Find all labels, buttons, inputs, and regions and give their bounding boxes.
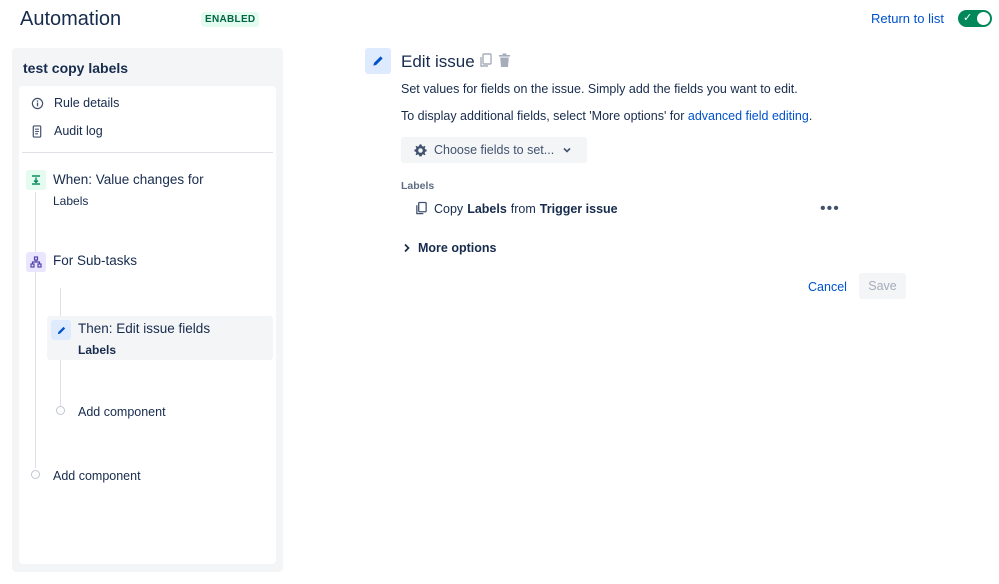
sidebar-item-audit-log[interactable]: Audit log (30, 124, 103, 138)
choose-fields-label: Choose fields to set... (434, 143, 555, 157)
duplicate-icon[interactable] (479, 53, 493, 73)
rule-enabled-toggle[interactable]: ✓ (958, 10, 992, 27)
return-to-list-link[interactable]: Return to list (871, 11, 944, 26)
save-button[interactable]: Save (859, 273, 906, 299)
info-icon (30, 96, 44, 110)
trigger-label[interactable]: When: Value changes for (53, 172, 204, 187)
chevron-right-icon (403, 243, 411, 253)
add-component-dot (31, 470, 40, 479)
cancel-button[interactable]: Cancel (801, 274, 854, 299)
field-label: Labels (401, 180, 435, 192)
choose-fields-dropdown[interactable]: Choose fields to set... (401, 137, 587, 163)
chevron-down-icon (562, 145, 572, 155)
advanced-field-editing-link[interactable]: advanced field editing (688, 109, 809, 123)
flow-connector (35, 192, 36, 468)
more-options-label: More options (418, 241, 497, 255)
trash-icon[interactable] (498, 53, 511, 73)
field-source-name: Labels (467, 201, 507, 216)
rule-components-panel: Rule details Audit log When: Value chang… (19, 86, 276, 564)
hint-text: To display additional fields, select 'Mo… (401, 109, 688, 123)
field-from-text: from (510, 201, 536, 216)
edit-issue-icon (365, 48, 391, 74)
field-source-issue: Trigger issue (539, 201, 618, 216)
field-row-labels: Copy Labels from Trigger issue (415, 201, 622, 216)
add-component-rule[interactable]: Add component (53, 469, 141, 483)
more-actions-icon[interactable]: ••• (820, 200, 840, 218)
add-component-dot (56, 406, 65, 415)
check-icon: ✓ (963, 12, 973, 24)
branch-icon (26, 252, 46, 272)
action-label: Then: Edit issue fields (78, 321, 211, 336)
component-description: Set values for fields on the issue. Simp… (401, 82, 798, 96)
hint-suffix: . (808, 109, 813, 123)
rule-name: test copy labels (23, 60, 129, 76)
gear-icon (413, 143, 428, 158)
rule-sidebar: test copy labels Rule details Audit log … (12, 48, 283, 572)
action-detail: Labels (78, 343, 117, 357)
trigger-detail: Labels (53, 194, 89, 208)
pencil-icon (51, 320, 71, 340)
toggle-knob (977, 12, 990, 25)
sidebar-item-label: Audit log (54, 124, 103, 138)
sidebar-item-rule-details[interactable]: Rule details (30, 96, 119, 110)
page-title: Automation (20, 8, 122, 30)
sidebar-item-label: Rule details (54, 96, 120, 110)
status-badge: ENABLED (201, 12, 260, 27)
branch-label[interactable]: For Sub-tasks (53, 253, 137, 268)
copy-icon (415, 201, 428, 216)
trigger-icon (26, 170, 46, 190)
field-copy-text: Copy (434, 201, 464, 216)
more-options-toggle[interactable]: More options (403, 241, 496, 255)
add-component-branch[interactable]: Add component (78, 405, 166, 419)
sidebar-divider (22, 152, 273, 153)
document-icon (30, 124, 44, 138)
component-title: Edit issue (401, 52, 475, 71)
advanced-editing-hint: To display additional fields, select 'Mo… (401, 109, 812, 123)
